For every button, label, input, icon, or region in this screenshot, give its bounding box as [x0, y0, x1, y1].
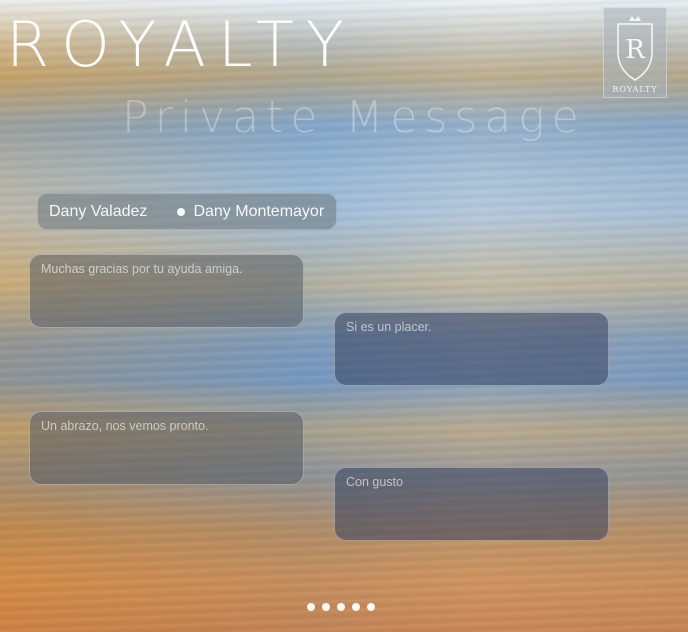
page-dot[interactable]	[307, 603, 315, 611]
page-subtitle: Private Message	[122, 92, 586, 143]
online-status-icon	[177, 207, 186, 216]
message-text: Un abrazo, nos vemos pronto.	[41, 419, 209, 433]
message-text: Con gusto	[346, 475, 403, 489]
page-dot[interactable]	[337, 603, 345, 611]
chat-screen: ROYALTY Private Message R ROYALTY Dany V…	[0, 0, 688, 632]
crest-icon: R	[617, 16, 653, 81]
brand-logo[interactable]: R ROYALTY	[603, 7, 667, 98]
logo-letter: R	[625, 35, 646, 65]
page-indicator	[307, 603, 375, 611]
page-dot[interactable]	[352, 603, 360, 611]
message-bubble: Si es un placer.	[334, 312, 609, 386]
page-dot[interactable]	[367, 603, 375, 611]
message-text: Si es un placer.	[346, 320, 432, 334]
participant-dany-montemayor[interactable]: Dany Montemayor	[193, 203, 324, 221]
message-bubble: Un abrazo, nos vemos pronto.	[29, 411, 304, 485]
message-bubble: Muchas gracias por tu ayuda amiga.	[29, 254, 304, 328]
participant-dany-valadez[interactable]: Dany Valadez	[49, 203, 147, 221]
logo-wordmark: ROYALTY	[612, 85, 658, 94]
participants-bar: Dany Valadez Dany Montemayor	[37, 193, 337, 230]
message-text: Muchas gracias por tu ayuda amiga.	[41, 262, 243, 276]
page-dot[interactable]	[322, 603, 330, 611]
message-bubble: Con gusto	[334, 467, 609, 541]
brand-title: ROYALTY	[6, 8, 356, 81]
